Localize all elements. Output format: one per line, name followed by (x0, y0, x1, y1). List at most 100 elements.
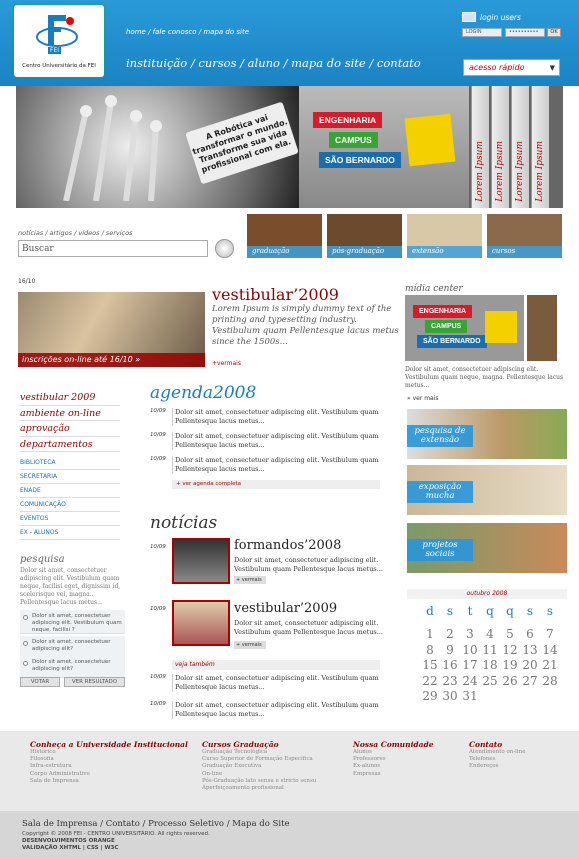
password-input[interactable]: •••••••••• (505, 28, 545, 37)
book-spine[interactable]: Lorem Ipsum (471, 86, 489, 208)
left-sub-item[interactable]: BIBLIOTECA (20, 456, 120, 470)
news-more-link[interactable]: + vermais (234, 576, 266, 584)
left-sub-item[interactable]: EX - ALUNOS (20, 526, 120, 540)
quick-access-select[interactable]: acesso rápido ▼ (463, 59, 560, 76)
news-headline[interactable]: vestibular’2009 (234, 601, 337, 616)
featured-image[interactable]: inscrições on-line até 16/10 » (18, 292, 205, 367)
book-spine[interactable]: Lorem Ipsum (531, 86, 549, 208)
login-input[interactable]: LOGIN (462, 28, 502, 37)
nav-aluno[interactable]: aluno (248, 56, 280, 70)
radio-icon[interactable] (23, 641, 28, 646)
tab-videos[interactable]: vídeos (78, 229, 99, 237)
left-sub-item[interactable]: SECRETARIA (20, 470, 120, 484)
top-link-mapa[interactable]: mapa do site (203, 28, 249, 36)
poll-option[interactable]: Dolor sit amet, consectetuer adipiscing … (20, 636, 125, 658)
side-button-projetos[interactable]: projetos sociais (407, 523, 567, 573)
nav-contato[interactable]: contato (377, 56, 421, 70)
book-spine[interactable]: Lorem Ipsum (491, 86, 509, 208)
tile-graduacao[interactable]: graduação (247, 214, 322, 258)
calendar-day[interactable]: 30 (440, 689, 460, 703)
calendar-day[interactable]: 8 (420, 643, 440, 657)
nav-cursos[interactable]: cursos (198, 56, 236, 70)
search-button-icon[interactable] (215, 239, 234, 258)
side-button-exposicao[interactable]: exposição mucha (407, 465, 567, 515)
fei-logo[interactable]: FEI Centro Universitário da FEI (14, 5, 104, 77)
calendar-day[interactable]: 10 (460, 643, 480, 657)
tab-servicos[interactable]: serviços (106, 229, 133, 237)
calendar-day[interactable]: 2 (440, 627, 460, 641)
calendar-day[interactable]: 20 (520, 658, 540, 672)
footer-link[interactable]: Processo Seletivo (148, 819, 224, 829)
calendar-day[interactable]: 28 (540, 674, 560, 688)
developer-credit[interactable]: DESENVOLVIMENTOS ORANGE (22, 838, 210, 845)
calendar-day[interactable]: 13 (520, 643, 540, 657)
book-spine[interactable]: Lorem Ipsum (511, 86, 529, 208)
left-nav-item[interactable]: ambiente on-line (20, 406, 120, 421)
midia-more-link[interactable]: » ver mais (407, 395, 439, 402)
calendar-day[interactable]: 21 (540, 658, 560, 672)
calendar-day[interactable]: 1 (420, 627, 440, 641)
calendar-day[interactable]: 15 (420, 658, 440, 672)
calendar-day[interactable]: 6 (520, 627, 540, 641)
calendar-day[interactable]: 14 (540, 643, 560, 657)
agenda-more-link[interactable]: + ver agenda completa (172, 480, 380, 489)
left-nav-item[interactable]: departamentos (20, 437, 120, 452)
calendar-day[interactable]: 25 (480, 674, 500, 688)
calendar-day[interactable]: 4 (480, 627, 500, 641)
featured-more-link[interactable]: +vermais (212, 360, 241, 367)
news-image[interactable] (172, 538, 230, 584)
tab-artigos[interactable]: artigos (50, 229, 73, 237)
news-image[interactable] (172, 600, 230, 646)
footer-link[interactable]: Mapa do Site (232, 819, 289, 829)
nav-mapa[interactable]: mapa do site (291, 56, 366, 70)
calendar-day[interactable]: 3 (460, 627, 480, 641)
search-input[interactable]: Buscar (18, 240, 208, 257)
calendar-day[interactable]: 9 (440, 643, 460, 657)
calendar-day[interactable]: 18 (480, 658, 500, 672)
side-button-pesquisa[interactable]: pesquisa de extensão (407, 409, 567, 459)
radio-icon[interactable] (23, 661, 28, 666)
calendar-day[interactable]: 22 (420, 674, 440, 688)
calendar-day[interactable]: 23 (440, 674, 460, 688)
calendar-day[interactable]: 12 (500, 643, 520, 657)
footer-link[interactable]: Contato (106, 819, 140, 829)
hero-banner[interactable]: A Robótica vai transformar o mundo. Tran… (16, 86, 563, 212)
calendar-day[interactable]: 27 (520, 674, 540, 688)
calendar-day[interactable]: 16 (440, 658, 460, 672)
poll-option[interactable]: Dolor sit amet, consectetuer adipiscing … (20, 656, 125, 678)
news-more-link[interactable]: + vermais (234, 641, 266, 649)
tile-cursos[interactable]: cursos (487, 214, 562, 258)
calendar-day[interactable]: 26 (500, 674, 520, 688)
tile-extensao[interactable]: extensão (407, 214, 482, 258)
left-sub-item[interactable]: EVENTOS (20, 512, 120, 526)
nav-instituicao[interactable]: instituição (126, 56, 187, 70)
calendar-day[interactable]: 31 (460, 689, 480, 703)
tile-pos-graduacao[interactable]: pós-graduação (327, 214, 402, 258)
calendar-day[interactable]: 11 (480, 643, 500, 657)
calendar-day[interactable]: 29 (420, 689, 440, 703)
login-ok-button[interactable]: OK (547, 28, 561, 37)
midia-center-title: mídia center (405, 284, 463, 294)
left-sub-item[interactable]: ENADE (20, 484, 120, 498)
validation-links[interactable]: VALIDAÇÃO XHTML | CSS | W3C (22, 845, 210, 852)
left-sub-item[interactable]: COMUNICAÇÃO (20, 498, 120, 512)
midia-thumbnail[interactable] (527, 295, 557, 361)
calendar-day[interactable]: 24 (460, 674, 480, 688)
left-nav-item[interactable]: vestibular 2009 (20, 390, 120, 406)
news-headline[interactable]: formandos’2008 (234, 538, 341, 553)
calendar-day[interactable]: 7 (540, 627, 560, 641)
featured-title[interactable]: vestibular’2009 (212, 285, 339, 304)
calendar-day[interactable]: 19 (500, 658, 520, 672)
results-button[interactable]: VER RESULTADO (64, 677, 125, 687)
calendar-day[interactable]: 17 (460, 658, 480, 672)
tab-noticias[interactable]: notícias (18, 229, 43, 237)
radio-icon[interactable] (23, 615, 28, 620)
left-nav-item[interactable]: aprovação (20, 421, 120, 437)
midia-video[interactable]: ENGENHARIA CAMPUS SÃO BERNARDO (405, 295, 524, 361)
calendar-day[interactable]: 5 (500, 627, 520, 641)
top-link-home[interactable]: home (126, 28, 146, 36)
footer-link[interactable]: Sala de Imprensa (22, 819, 97, 829)
top-link-fale-conosco[interactable]: fale conosco (153, 28, 197, 36)
poll-option[interactable]: Dolor sit amet, consectetuer adipiscing … (20, 610, 125, 634)
vote-button[interactable]: VOTAR (20, 677, 60, 687)
